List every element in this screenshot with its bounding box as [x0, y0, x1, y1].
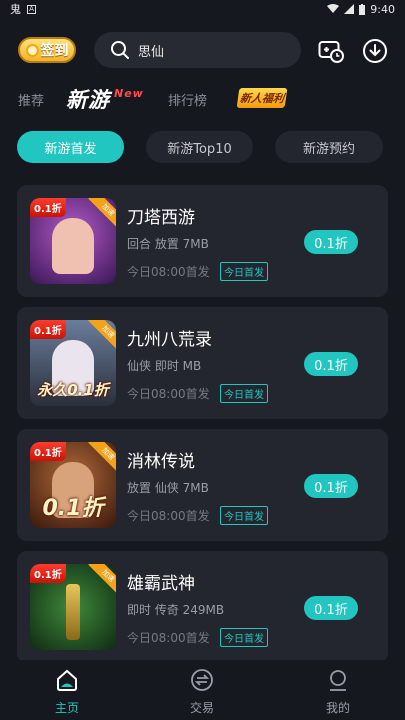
release-badge: 今日首发 — [220, 506, 268, 525]
status-right: 9:40 — [327, 3, 395, 16]
nav-newplayer[interactable]: 新人福利 — [236, 88, 288, 108]
game-date: 今日08:00首发 — [127, 631, 210, 645]
signal-icon — [344, 4, 355, 14]
nav-ranking[interactable]: 排行榜 — [168, 90, 207, 109]
game-date: 今日08:00首发 — [127, 387, 210, 401]
app-icon: 鬼 — [10, 3, 21, 16]
thumb-discount-badge: 0.1折 — [30, 320, 66, 339]
thumb-discount-badge: 0.1折 — [30, 564, 66, 583]
game-tags: 放置 仙侠 7MB — [127, 481, 209, 495]
category-nav: 推荐 新游 New 排行榜 新人福利 — [0, 84, 405, 114]
bottom-nav-profile-label: 我的 — [325, 701, 350, 715]
bottom-nav-profile[interactable]: 我的 — [308, 668, 368, 716]
release-badge: 今日首发 — [220, 384, 268, 403]
thumb-overlay-text: 永久0.1折 — [37, 381, 109, 399]
search-bar[interactable] — [94, 32, 301, 68]
thumb-discount-badge: 0.1折 — [30, 198, 66, 217]
game-tags: 仙侠 即时 MB — [127, 359, 202, 373]
nav-newgame[interactable]: 新游 New — [66, 84, 143, 114]
wifi-icon — [327, 4, 340, 13]
nav-newgame-label: 新游 — [66, 88, 110, 112]
signin-label: 签到 — [40, 43, 69, 59]
game-card[interactable]: 0.1折 加速 刀塔西游 回合 放置 7MB 今日08:00首发 今日首发 0.… — [17, 185, 388, 297]
status-left: 鬼 A — [10, 1, 36, 17]
discount-button[interactable]: 0.1折 — [304, 474, 358, 498]
tab-bar: 新游首发 新游Top10 新游预约 — [17, 131, 387, 163]
profile-icon — [330, 670, 346, 691]
game-title: 九州八荒录 — [127, 330, 212, 350]
status-bar: 鬼 A 9:40 — [0, 0, 405, 18]
battery-icon — [359, 3, 366, 15]
game-title: 刀塔西游 — [127, 208, 195, 228]
game-thumbnail: 0.1折 加速 — [30, 198, 116, 284]
thumb-ribbon: 加速 — [88, 320, 116, 352]
bottom-nav-home-label: 主页 — [54, 701, 79, 715]
a-icon: A — [27, 4, 36, 14]
game-date: 今日08:00首发 — [127, 265, 210, 279]
game-tags: 即时 传奇 249MB — [127, 603, 225, 617]
game-tags: 回合 放置 7MB — [127, 237, 209, 251]
search-icon — [111, 41, 129, 59]
discount-button[interactable]: 0.1折 — [304, 230, 358, 254]
coin-icon — [25, 43, 39, 57]
discount-button[interactable]: 0.1折 — [304, 352, 358, 376]
game-card[interactable]: 0.1折 加速 永久0.1折 九州八荒录 仙侠 即时 MB 今日08:00首发 … — [17, 307, 388, 419]
status-time: 9:40 — [370, 2, 395, 16]
game-thumbnail: 0.1折 加速 永久0.1折 — [30, 320, 116, 406]
thumb-ribbon: 加速 — [88, 442, 116, 474]
download-icon[interactable] — [362, 38, 388, 64]
release-badge: 今日首发 — [220, 628, 268, 647]
tab-reserve[interactable]: 新游预约 — [275, 131, 383, 163]
search-input[interactable] — [138, 42, 288, 58]
game-card[interactable]: 0.1折 加速 0.1折 消林传说 放置 仙侠 7MB 今日08:00首发 今日… — [17, 429, 388, 541]
release-badge: 今日首发 — [220, 262, 268, 281]
home-icon — [57, 669, 77, 691]
thumb-overlay-text: 0.1折 — [42, 496, 104, 521]
top-bar: 签到 — [0, 30, 405, 70]
game-clock-icon[interactable] — [318, 38, 344, 64]
discount-button[interactable]: 0.1折 — [304, 596, 358, 620]
tab-top10[interactable]: 新游Top10 — [146, 131, 253, 163]
bottom-nav-home[interactable]: 主页 — [37, 668, 97, 716]
thumb-ribbon: 加速 — [88, 564, 116, 596]
bottom-nav-exchange[interactable]: 交易 — [172, 668, 232, 716]
bottom-nav: 主页 交易 我的 — [0, 660, 405, 720]
tab-new-release[interactable]: 新游首发 — [17, 131, 124, 163]
character-figure — [52, 218, 94, 274]
game-thumbnail: 0.1折 加速 0.1折 — [30, 442, 116, 528]
thumb-discount-badge: 0.1折 — [30, 442, 66, 461]
game-thumbnail: 0.1折 加速 — [30, 564, 116, 650]
bottom-nav-exchange-label: 交易 — [189, 701, 214, 715]
game-title: 消林传说 — [127, 452, 195, 472]
exchange-icon — [191, 669, 213, 691]
sword-figure — [66, 584, 80, 640]
nav-newgame-tag: New — [114, 87, 144, 100]
game-title: 雄霸武神 — [127, 574, 195, 594]
nav-recommend[interactable]: 推荐 — [18, 90, 44, 109]
thumb-ribbon: 加速 — [88, 198, 116, 230]
game-date: 今日08:00首发 — [127, 509, 210, 523]
signin-button[interactable]: 签到 — [18, 37, 76, 63]
game-card[interactable]: 0.1折 加速 雄霸武神 即时 传奇 249MB 今日08:00首发 今日首发 … — [17, 551, 388, 663]
